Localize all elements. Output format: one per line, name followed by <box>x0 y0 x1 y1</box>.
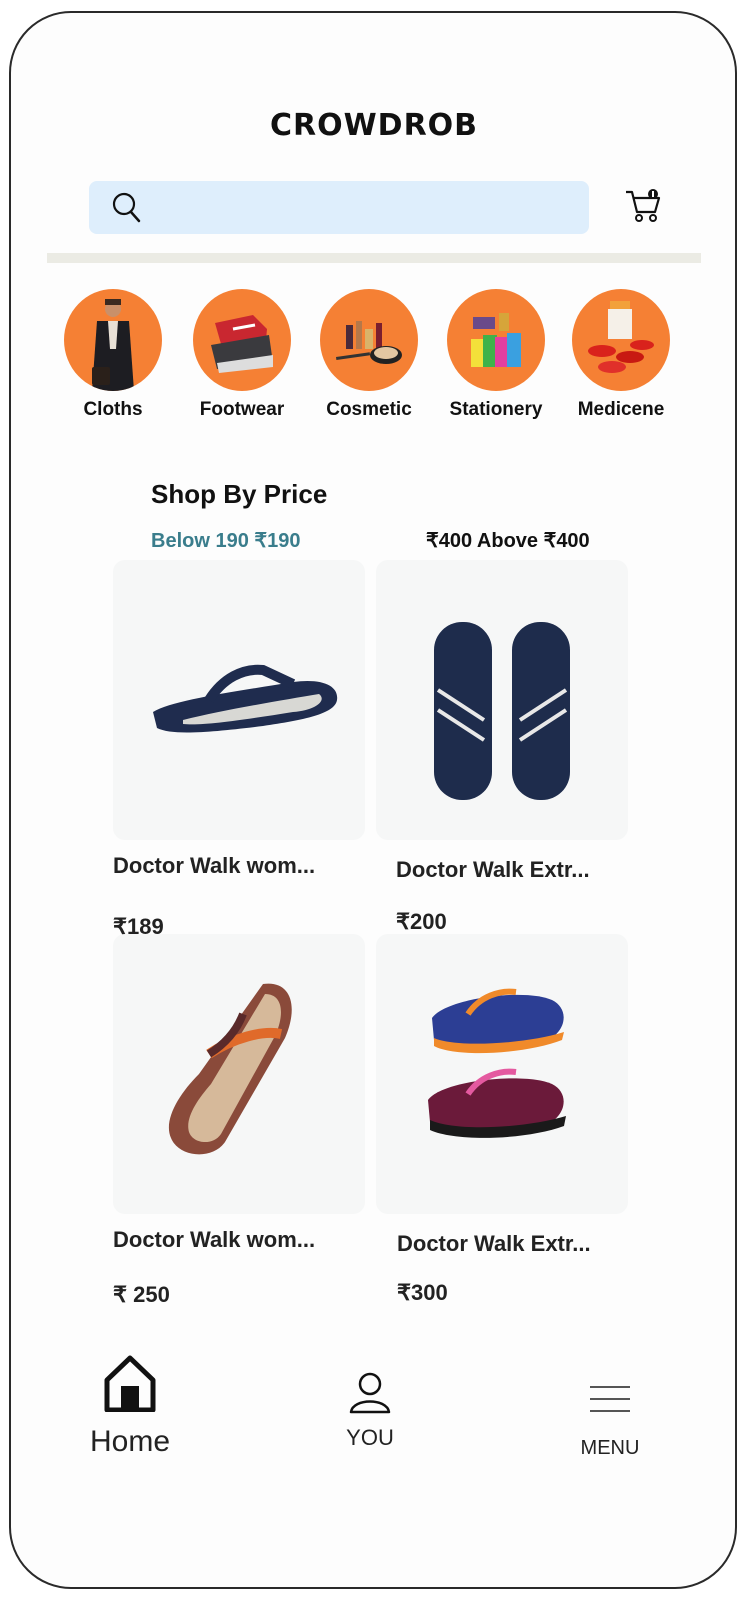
header-divider <box>47 253 701 263</box>
category-stationery[interactable]: Stationery <box>441 289 551 421</box>
category-cloths[interactable]: Cloths <box>58 289 168 421</box>
product-price: ₹ 250 <box>113 1282 170 1307</box>
navy-slide-sandals-image <box>434 622 570 800</box>
product-card[interactable] <box>113 934 365 1214</box>
home-icon <box>104 1355 156 1413</box>
category-footwear[interactable]: Footwear <box>187 289 297 421</box>
category-label: Footwear <box>199 399 285 420</box>
nav-you[interactable]: YOU <box>320 1370 420 1451</box>
category-label: Stationery <box>449 399 543 420</box>
category-label: Medicene <box>577 399 665 420</box>
blue-and-maroon-flip-flops-image <box>428 988 566 1138</box>
user-icon <box>349 1372 391 1414</box>
category-medicene[interactable]: Medicene <box>566 289 676 421</box>
product-price: ₹300 <box>397 1280 448 1305</box>
product-card[interactable] <box>376 934 628 1214</box>
product-name[interactable]: Doctor Walk Extr... <box>397 1231 591 1257</box>
product-name[interactable]: Doctor Walk Extr... <box>396 857 590 883</box>
navy-flip-flop-image <box>153 664 338 733</box>
nav-home[interactable]: Home <box>80 1354 180 1459</box>
brown-flip-flop-image <box>168 983 292 1155</box>
price-filter-above[interactable]: ₹400 Above ₹400 <box>426 528 590 553</box>
product-card[interactable] <box>113 560 365 840</box>
category-label: Cloths <box>83 399 143 420</box>
category-cosmetic[interactable]: Cosmetic <box>314 289 424 421</box>
nav-label: YOU <box>346 1425 394 1450</box>
product-price: ₹200 <box>396 909 447 934</box>
sneakers-image <box>193 289 291 391</box>
brand-logo[interactable]: CROWDROB <box>0 108 748 143</box>
search-bar[interactable] <box>89 181 589 234</box>
cart-icon <box>626 189 661 222</box>
nav-label: Home <box>89 1425 171 1458</box>
price-filter-below[interactable]: Below 190 ₹190 <box>151 528 300 553</box>
product-card[interactable] <box>376 560 628 840</box>
cart-button[interactable] <box>624 188 662 229</box>
cosmetics-image <box>320 289 418 391</box>
nav-menu[interactable]: MENU <box>560 1384 660 1460</box>
category-label: Cosmetic <box>326 399 412 420</box>
product-name[interactable]: Doctor Walk wom... <box>113 1227 315 1253</box>
pills-image <box>572 289 670 391</box>
nav-label: MENU <box>580 1437 640 1459</box>
man-in-coat-image <box>64 289 162 391</box>
section-title: Shop By Price <box>151 479 328 509</box>
product-name[interactable]: Doctor Walk wom... <box>113 853 315 879</box>
search-icon <box>112 192 141 223</box>
stationery-image <box>447 289 545 391</box>
menu-icon <box>590 1386 630 1412</box>
